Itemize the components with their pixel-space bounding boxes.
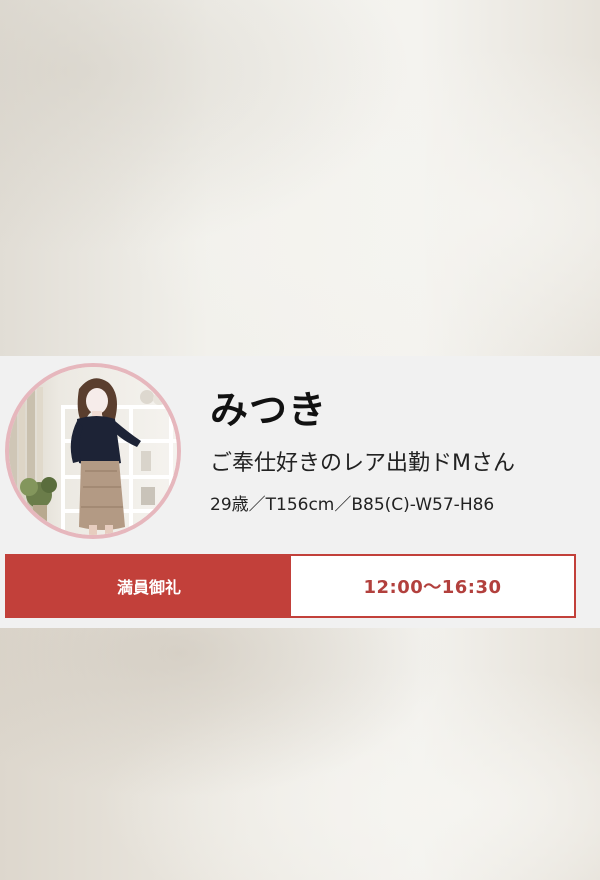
background-photo-bottom — [0, 628, 600, 880]
avatar[interactable] — [5, 363, 181, 539]
schedule-bar[interactable]: 満員御礼 12:00〜16:30 — [5, 554, 576, 618]
page: みつき ご奉仕好きのレア出勤ドMさん 29歳／T156cm／B85(C)-W57… — [0, 0, 600, 880]
profile-specs: 29歳／T156cm／B85(C)-W57-H86 — [210, 495, 495, 515]
profile-catchphrase: ご奉仕好きのレア出勤ドMさん — [210, 451, 515, 476]
background-photo-top — [0, 0, 600, 356]
profile-photo-icon — [9, 367, 177, 535]
status-badge: 満員御礼 — [7, 556, 291, 616]
profile-card[interactable]: みつき ご奉仕好きのレア出勤ドMさん 29歳／T156cm／B85(C)-W57… — [0, 356, 600, 628]
schedule-time: 12:00〜16:30 — [363, 577, 502, 598]
profile-name[interactable]: みつき — [210, 386, 327, 434]
